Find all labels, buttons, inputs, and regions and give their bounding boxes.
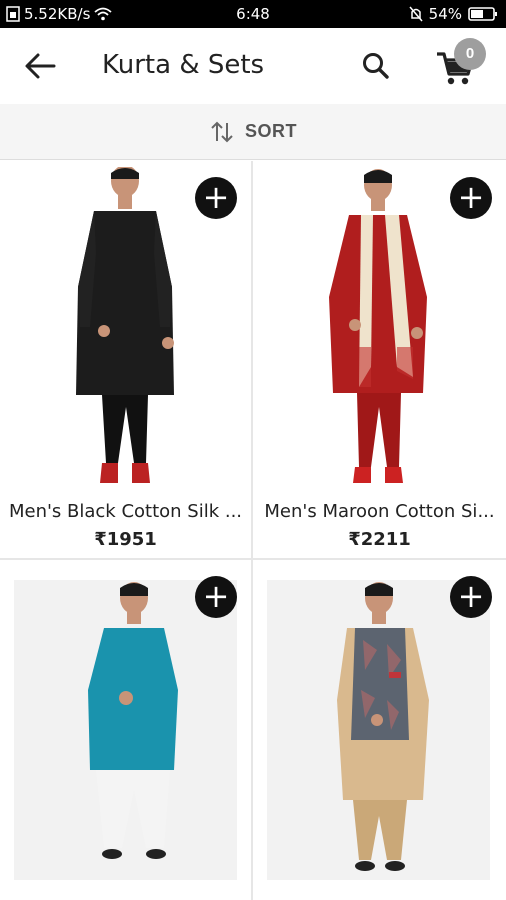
product-card[interactable]: + Men's Black Cotton Silk ... ₹1951 bbox=[0, 161, 251, 558]
product-price: ₹1951 bbox=[94, 529, 157, 550]
battery-percent: 54% bbox=[428, 5, 462, 23]
product-image bbox=[267, 167, 490, 493]
search-icon[interactable] bbox=[360, 50, 392, 82]
add-to-cart-button[interactable]: + bbox=[450, 177, 492, 219]
product-card[interactable]: + bbox=[253, 560, 506, 900]
silent-icon bbox=[409, 6, 423, 22]
page-title: Kurta & Sets bbox=[102, 50, 265, 80]
status-bar: 5.52KB/s 6:48 54% bbox=[0, 0, 506, 28]
app-bar: Kurta & Sets 0 bbox=[0, 28, 506, 104]
product-name: Men's Maroon Cotton Si... bbox=[264, 501, 495, 522]
product-grid: + Men's Black Cotton Silk ... ₹1951 + Me… bbox=[0, 161, 506, 900]
product-card[interactable]: + bbox=[0, 560, 251, 900]
add-to-cart-button[interactable]: + bbox=[195, 177, 237, 219]
back-arrow-icon[interactable] bbox=[20, 46, 60, 86]
status-right: 54% bbox=[409, 5, 498, 23]
product-image bbox=[14, 580, 237, 880]
product-price: ₹2211 bbox=[348, 529, 411, 550]
battery-icon bbox=[468, 7, 497, 21]
sort-label: SORT bbox=[244, 121, 297, 141]
add-to-cart-button[interactable]: + bbox=[195, 576, 237, 618]
sort-button[interactable]: SORT bbox=[0, 104, 506, 160]
product-image bbox=[267, 580, 490, 880]
cart-count-badge: 0 bbox=[454, 38, 486, 70]
sort-icon bbox=[211, 121, 233, 142]
product-name: Men's Black Cotton Silk ... bbox=[8, 501, 243, 522]
product-card[interactable]: + Men's Maroon Cotton Si... ₹2211 bbox=[253, 161, 506, 558]
add-to-cart-button[interactable]: + bbox=[450, 576, 492, 618]
